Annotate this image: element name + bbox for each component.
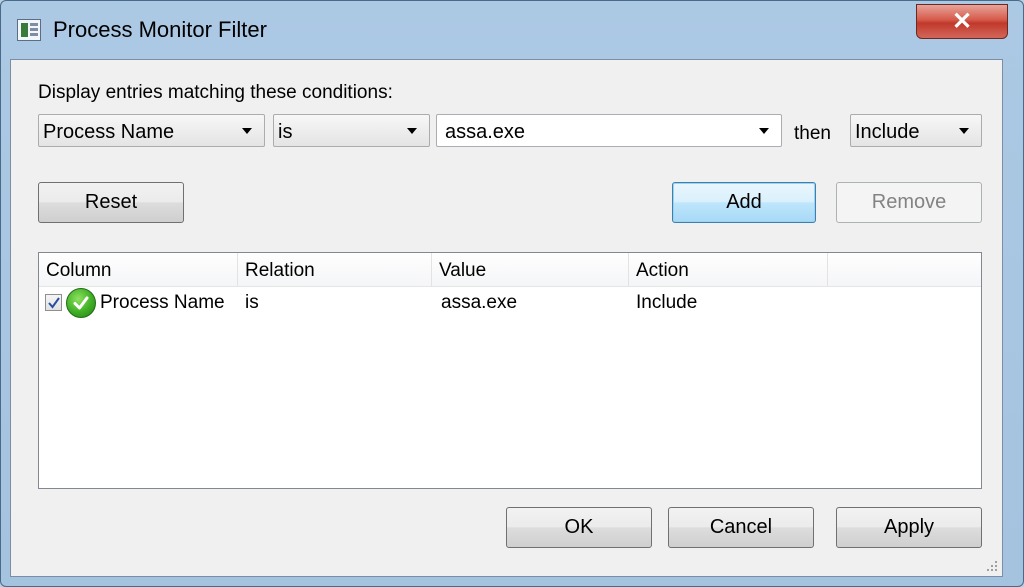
row-enabled-checkbox[interactable] bbox=[45, 294, 62, 311]
list-header: Column Relation Value Action bbox=[39, 253, 981, 287]
dialog-client-area: Display entries matching these condition… bbox=[10, 59, 1003, 577]
window-title: Process Monitor Filter bbox=[53, 17, 267, 42]
conditions-label: Display entries matching these condition… bbox=[38, 82, 393, 103]
row-value-cell: assa.exe bbox=[441, 292, 518, 313]
close-icon: ✕ bbox=[951, 8, 973, 35]
checkmark-icon bbox=[48, 297, 60, 309]
column-select-value: Process Name bbox=[43, 121, 175, 143]
add-button[interactable]: Add bbox=[672, 182, 816, 223]
column-header-column[interactable]: Column bbox=[39, 253, 238, 286]
ok-status-icon bbox=[66, 288, 96, 318]
action-select[interactable]: Include bbox=[850, 114, 982, 147]
close-button[interactable]: ✕ bbox=[916, 4, 1008, 39]
row-action-cell: Include bbox=[636, 292, 698, 313]
dropdown-arrow-icon bbox=[759, 128, 769, 134]
relation-select[interactable]: is bbox=[273, 114, 430, 147]
process-monitor-filter-window: Process Monitor Filter ✕ Display entries… bbox=[0, 0, 1024, 587]
apply-button[interactable]: Apply bbox=[836, 507, 982, 548]
filter-list[interactable]: Column Relation Value Action Process Nam… bbox=[38, 252, 982, 489]
row-relation-cell: is bbox=[245, 292, 259, 313]
row-column-cell: Process Name bbox=[100, 292, 225, 313]
column-select[interactable]: Process Name bbox=[38, 114, 265, 147]
dropdown-arrow-icon bbox=[242, 128, 252, 134]
then-label: then bbox=[794, 123, 831, 144]
value-input-text: assa.exe bbox=[445, 121, 526, 143]
column-header-value[interactable]: Value bbox=[432, 253, 629, 286]
remove-button[interactable]: Remove bbox=[836, 182, 982, 223]
table-row[interactable]: Process Name is assa.exe Include bbox=[39, 286, 981, 319]
cancel-button[interactable]: Cancel bbox=[668, 507, 814, 548]
dropdown-arrow-icon bbox=[407, 128, 417, 134]
reset-button[interactable]: Reset bbox=[38, 182, 184, 223]
app-icon bbox=[17, 19, 41, 41]
column-header-action[interactable]: Action bbox=[629, 253, 828, 286]
value-input[interactable]: assa.exe bbox=[436, 114, 782, 147]
action-select-value: Include bbox=[855, 121, 920, 143]
relation-select-value: is bbox=[278, 121, 293, 143]
column-header-relation[interactable]: Relation bbox=[238, 253, 432, 286]
title-bar[interactable]: Process Monitor Filter ✕ bbox=[1, 1, 1023, 59]
resize-grip-icon[interactable] bbox=[986, 560, 998, 572]
dropdown-arrow-icon bbox=[959, 128, 969, 134]
ok-button[interactable]: OK bbox=[506, 507, 652, 548]
